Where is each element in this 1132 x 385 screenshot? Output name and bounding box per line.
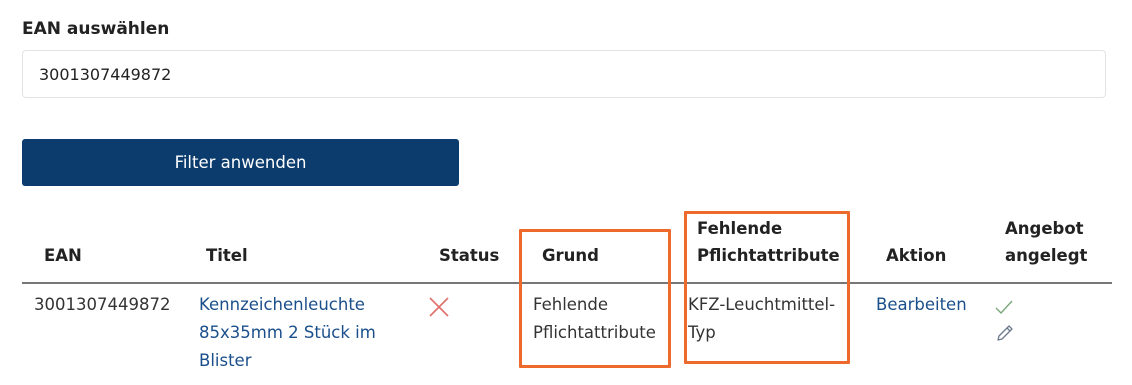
x-mark-icon bbox=[429, 297, 449, 317]
pencil-icon[interactable] bbox=[996, 324, 1014, 342]
check-icon bbox=[995, 300, 1013, 315]
row-grund-line1: Fehlende bbox=[533, 295, 609, 314]
row-pflicht-line1: KFZ-Leuchtmittel- bbox=[688, 295, 836, 314]
apply-filter-button[interactable]: Filter anwenden bbox=[22, 139, 459, 186]
header-aktion: Aktion bbox=[886, 246, 947, 265]
header-angebot-line1: Angebot bbox=[1005, 219, 1084, 238]
ean-input[interactable] bbox=[22, 50, 1106, 98]
header-angebot-line2: angelegt bbox=[1005, 246, 1088, 265]
row-titel-line3: Blister bbox=[199, 351, 252, 370]
edit-link[interactable]: Bearbeiten bbox=[876, 291, 967, 319]
header-pflicht-line2: Pflichtattribute bbox=[697, 246, 840, 265]
row-grund: Fehlende Pflichtattribute bbox=[533, 291, 656, 347]
header-divider bbox=[22, 282, 1112, 284]
row-titel-link[interactable]: Kennzeichenleuchte 85x35mm 2 Stück im Bl… bbox=[199, 291, 376, 375]
header-ean: EAN bbox=[44, 246, 82, 265]
header-fehlende-pflichtattribute: Fehlende Pflichtattribute bbox=[697, 215, 840, 269]
header-titel: Titel bbox=[206, 246, 248, 265]
row-ean: 3001307449872 bbox=[34, 295, 171, 314]
row-pflichtattribute: KFZ-Leuchtmittel- Typ bbox=[688, 291, 835, 347]
header-status: Status bbox=[439, 246, 500, 265]
header-grund: Grund bbox=[542, 246, 599, 265]
row-titel-line1: Kennzeichenleuchte bbox=[199, 295, 365, 314]
header-pflicht-line1: Fehlende bbox=[697, 219, 783, 238]
row-grund-line2: Pflichtattribute bbox=[533, 323, 656, 342]
header-angebot-angelegt: Angebot angelegt bbox=[1005, 215, 1087, 269]
ean-filter-label: EAN auswählen bbox=[22, 19, 170, 39]
row-pflicht-line2: Typ bbox=[688, 323, 716, 342]
row-titel-line2: 85x35mm 2 Stück im bbox=[199, 323, 376, 342]
